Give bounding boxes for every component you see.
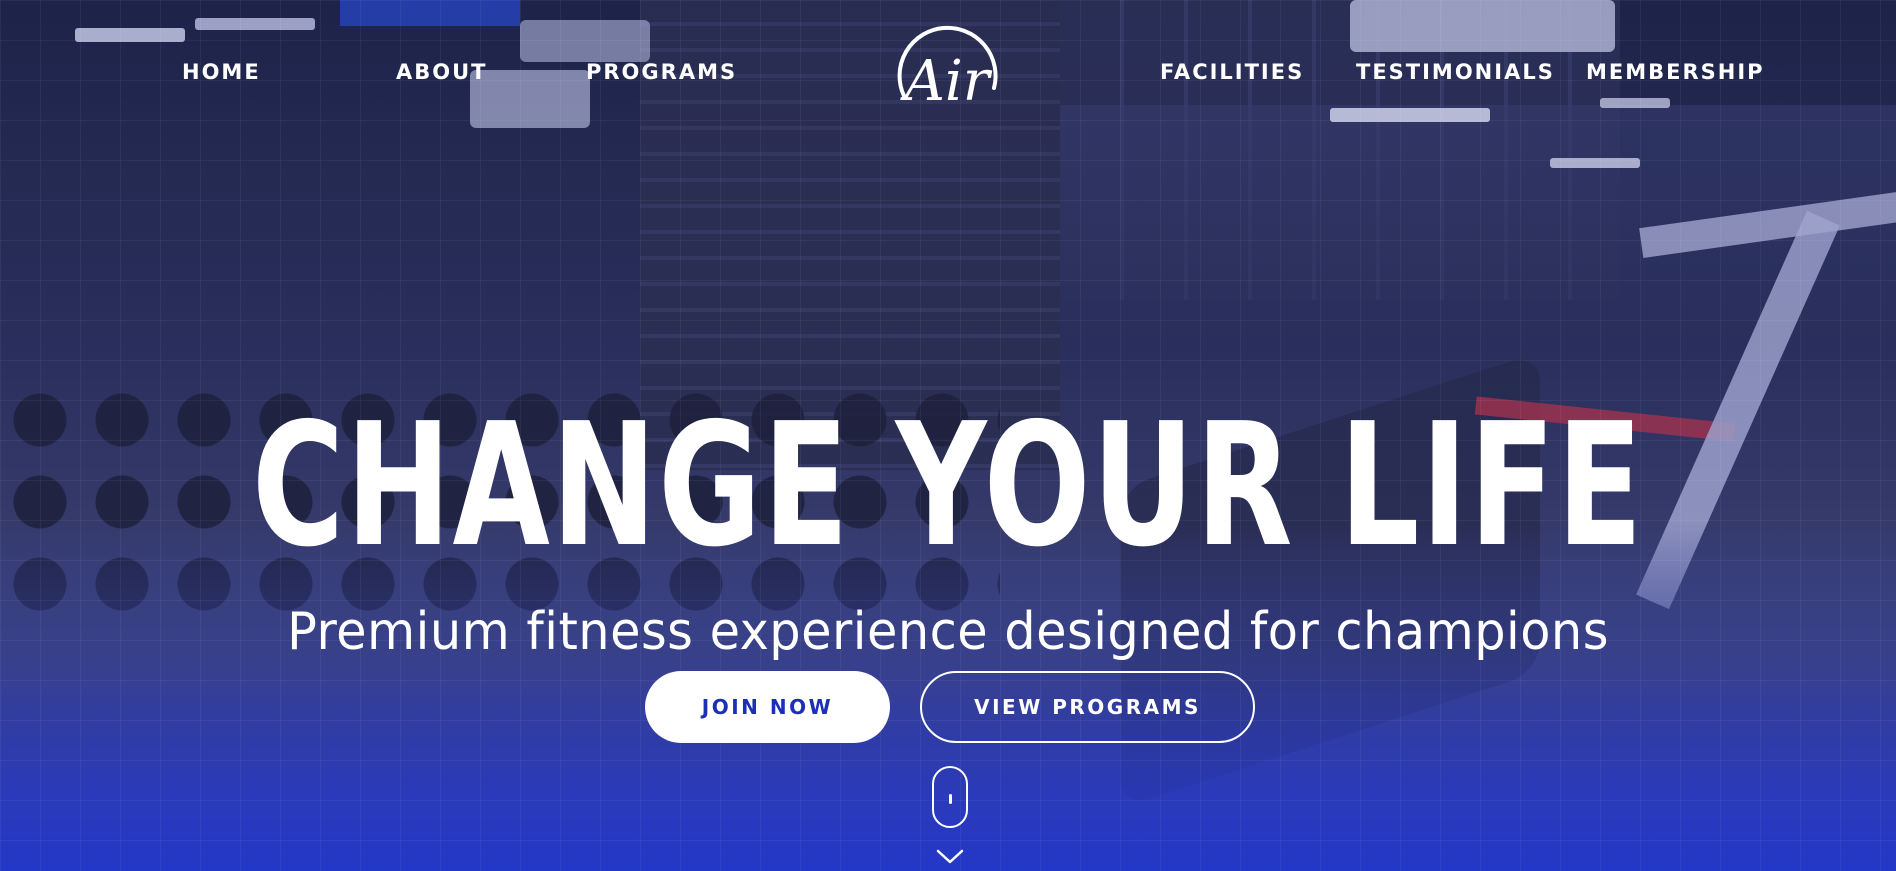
mouse-scroll-icon[interactable] — [932, 766, 968, 828]
hero-section: HOME ABOUT PROGRAMS Air FACILITIES TESTI… — [0, 0, 1896, 871]
scroll-wheel — [949, 794, 952, 804]
nav-item-home[interactable]: HOME — [182, 60, 261, 84]
join-now-button[interactable]: JOIN NOW — [645, 671, 890, 743]
view-programs-button[interactable]: VIEW PROGRAMS — [920, 671, 1255, 743]
nav-item-membership[interactable]: MEMBERSHIP — [1586, 60, 1765, 84]
hero-headline: CHANGE YOUR LIFE — [251, 386, 1645, 585]
logo-text: Air — [899, 49, 992, 114]
nav-item-facilities[interactable]: FACILITIES — [1160, 60, 1304, 84]
chevron-down-icon[interactable] — [935, 848, 965, 866]
nav-item-programs[interactable]: PROGRAMS — [586, 60, 737, 84]
nav-item-testimonials[interactable]: TESTIMONIALS — [1356, 60, 1555, 84]
hero-subheadline: Premium fitness experience designed for … — [287, 602, 1609, 662]
air-logo-icon[interactable]: Air — [884, 18, 1014, 128]
nav-item-about[interactable]: ABOUT — [396, 60, 488, 84]
